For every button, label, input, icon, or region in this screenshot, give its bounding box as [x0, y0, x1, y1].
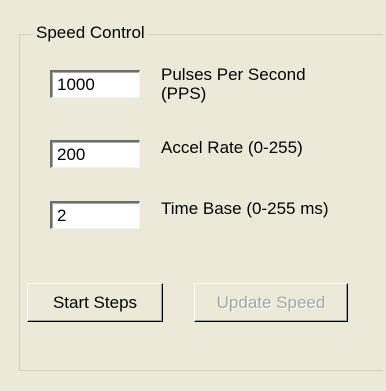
pps-input[interactable]: 1000	[50, 70, 140, 98]
pps-label: Pulses Per Second (PPS)	[161, 65, 306, 103]
update-speed-button[interactable]: Update Speed	[194, 283, 348, 322]
time-base-label: Time Base (0-255 ms)	[161, 199, 329, 218]
speed-control-title: Speed Control	[33, 21, 148, 45]
accel-rate-input[interactable]: 200	[50, 140, 140, 168]
pps-label-line2: (PPS)	[161, 84, 207, 103]
time-base-input[interactable]: 2	[50, 201, 140, 229]
accel-rate-label: Accel Rate (0-255)	[161, 138, 303, 157]
pps-label-line1: Pulses Per Second	[161, 65, 306, 84]
start-steps-button[interactable]: Start Steps	[27, 283, 163, 322]
